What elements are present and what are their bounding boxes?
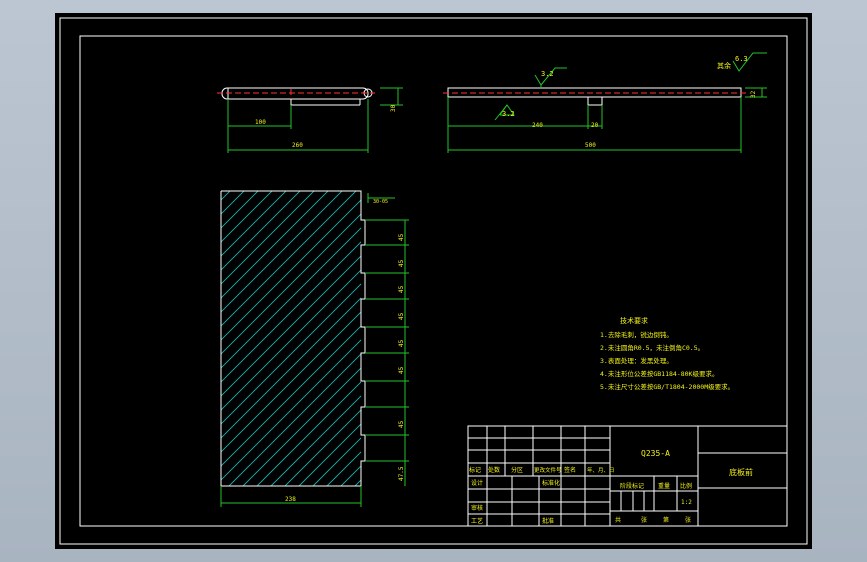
notes-title: 技术要求 [620, 316, 648, 325]
lbl-scale: 比例 [680, 482, 692, 490]
lbl-sheet-index: 第 [663, 516, 669, 524]
dim-pitch-4: 45 [398, 312, 405, 320]
roughness-top: 3.2 [541, 70, 554, 78]
dim-pitch-6: 45 [398, 366, 405, 374]
lbl-sheets: 张 [641, 516, 647, 524]
dim-right-1: 240 [532, 122, 543, 129]
note-1: 1.去除毛刺，锐边倒钝。 [600, 330, 673, 339]
sheet-inner-border [79, 35, 788, 527]
lbl-weight: 重量 [658, 482, 670, 490]
hdr-date: 年、月、日 [587, 466, 615, 474]
dim-right-height: 32 [750, 90, 757, 98]
dim-left-height: 30 [390, 104, 397, 112]
roughness-corner-value: 6.3 [735, 55, 748, 63]
hdr-change-doc: 更改文件号 [534, 466, 562, 474]
note-3: 3.表面处理：发黑处理。 [600, 356, 673, 365]
dim-pitch-5: 45 [398, 339, 405, 347]
material-spec: Q235-A [641, 449, 670, 458]
hdr-mark: 标记 [469, 466, 481, 474]
dim-right-2: 20 [591, 122, 599, 129]
lbl-approve: 批准 [542, 517, 554, 525]
dim-plan-width: 238 [285, 496, 296, 503]
note-2: 2.未注圆角R0.5，未注倒角C0.5。 [600, 343, 704, 352]
hdr-count: 处数 [488, 466, 500, 474]
dim-pitch-1: 45 [398, 233, 405, 241]
left-profile-view [217, 87, 403, 153]
part-name: 底板前 [729, 467, 753, 477]
lbl-review: 审核 [471, 504, 483, 512]
section-hatching [221, 191, 361, 486]
roughness-bottom: 3.2 [502, 110, 515, 118]
hdr-zone: 分区 [511, 466, 523, 474]
dim-plan-bottom: 47.5 [398, 466, 405, 481]
plan-view [220, 190, 409, 507]
dim-plan-top-gap: 30-05 [373, 199, 388, 205]
dim-pitch-7: 45 [398, 420, 405, 428]
dim-pitch-3: 45 [398, 285, 405, 293]
dim-pitch-2: 45 [398, 259, 405, 267]
hdr-signature: 签名 [564, 466, 576, 474]
note-4: 4.未注形位公差按GB1184-80K级要求。 [600, 369, 718, 378]
drawing-canvas: 100 260 30 240 20 500 32 3.2 3.2 其余 6.3 [59, 17, 808, 545]
lbl-stage-mark: 阶段标记 [620, 482, 644, 490]
roughness-corner-label: 其余 [717, 61, 731, 70]
scale-value: 1:2 [681, 499, 692, 506]
note-5: 5.未注尺寸公差按GB/T1804-2000M级要求。 [600, 382, 734, 391]
dim-right-total: 500 [585, 142, 596, 149]
lbl-designer: 设计 [471, 479, 483, 487]
lbl-sheet: 张 [685, 516, 691, 524]
lbl-sheets-total: 共 [615, 516, 621, 524]
lbl-process: 工艺 [471, 517, 483, 525]
dim-left-2: 260 [292, 142, 303, 149]
lbl-standardize: 标准化 [542, 479, 560, 487]
cad-viewport[interactable]: 100 260 30 240 20 500 32 3.2 3.2 其余 6.3 [55, 13, 812, 549]
dim-left-1: 100 [255, 119, 266, 126]
